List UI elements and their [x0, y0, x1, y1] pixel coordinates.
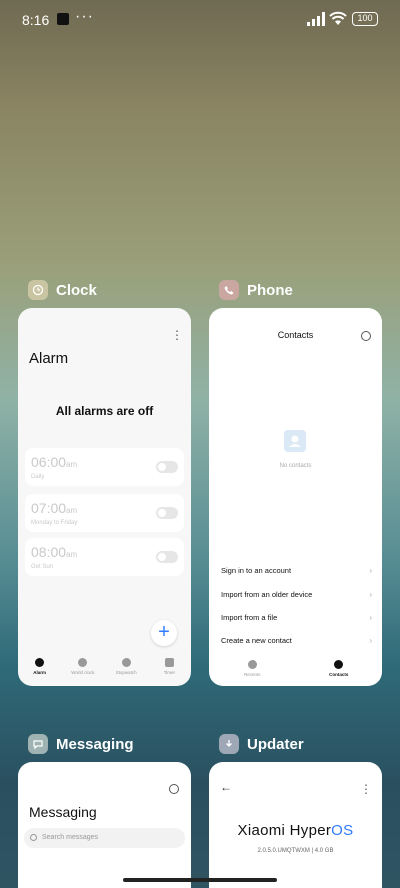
signal-icon — [307, 12, 325, 26]
clock-icon — [28, 280, 48, 300]
back-arrow-icon[interactable]: ← — [220, 780, 232, 794]
updater-app-label[interactable]: Updater — [219, 733, 304, 755]
alarm-time: 08:00am — [31, 544, 78, 560]
alarm-repeat: Monday to Friday — [31, 520, 78, 526]
alarm-repeat: Daily — [31, 474, 45, 480]
chevron-right-icon: › — [369, 590, 372, 599]
alarm-time: 07:00am — [31, 500, 78, 516]
search-icon — [30, 834, 37, 841]
alarm-icon — [35, 658, 45, 667]
world-clock-icon — [78, 658, 88, 667]
alarm-toggle[interactable] — [156, 461, 178, 473]
more-options-icon[interactable]: ⋮ — [360, 782, 372, 796]
search-placeholder: Search messages — [42, 834, 99, 841]
chevron-right-icon: › — [369, 636, 372, 645]
nav-contacts[interactable]: Contacts — [319, 660, 359, 686]
alarm-toggle[interactable] — [156, 507, 178, 519]
phone-app-name: Phone — [247, 281, 293, 299]
contact-placeholder-icon — [284, 430, 306, 452]
hyperos-title: Xiaomi HyperOS — [237, 822, 354, 839]
phone-app-label[interactable]: Phone — [219, 279, 293, 301]
status-bar: 8:16 ··· 100 — [0, 0, 400, 40]
settings-icon[interactable] — [361, 331, 371, 341]
home-indicator[interactable] — [123, 878, 277, 882]
nav-timer[interactable]: Timer — [149, 658, 189, 675]
sign-in-option[interactable]: Sign in to an account › — [221, 566, 372, 575]
import-older-device-option[interactable]: Import from an older device › — [221, 590, 372, 599]
no-contacts-message: No contacts — [279, 463, 312, 469]
battery-icon: 100 — [352, 12, 378, 26]
nav-world-clock[interactable]: World clock — [63, 658, 103, 675]
alarm-time: 06:00am — [31, 454, 78, 470]
recents-phone-icon — [247, 660, 257, 669]
nav-recents[interactable]: Recents — [232, 660, 272, 686]
alarm-row[interactable]: 08:00am Get Sun — [25, 538, 184, 576]
create-contact-option[interactable]: Create a new contact › — [221, 636, 372, 645]
phone-bottom-nav: Recents Contacts — [209, 660, 382, 686]
wifi-icon — [329, 11, 347, 25]
updater-app-card[interactable]: ← ⋮ Xiaomi HyperOS 2.0.5.0.UMQTWXM | 4.0… — [209, 762, 382, 888]
phone-app-icon — [219, 280, 239, 300]
messaging-title: Messaging — [29, 804, 97, 820]
messaging-icon — [28, 734, 48, 754]
nav-stopwatch[interactable]: Stopwatch — [106, 658, 146, 675]
add-alarm-button[interactable]: + — [151, 620, 177, 646]
more-options-icon[interactable]: ⋮ — [171, 328, 183, 342]
clock-bottom-nav: Alarm World clock Stopwatch Timer — [18, 656, 191, 686]
stopwatch-icon — [121, 658, 131, 667]
alarm-title: Alarm — [29, 350, 69, 367]
version-info: 2.0.5.0.UMQTWXM | 4.0 GB — [257, 848, 334, 854]
import-file-option[interactable]: Import from a file › — [221, 613, 372, 622]
search-messages-input[interactable]: Search messages — [24, 828, 185, 848]
updater-icon — [219, 734, 239, 754]
alarms-off-message: All alarms are off — [55, 404, 154, 418]
chevron-right-icon: › — [369, 613, 372, 622]
alarm-row[interactable]: 07:00am Monday to Friday — [25, 494, 184, 532]
nav-alarm[interactable]: Alarm — [20, 658, 60, 675]
contacts-title: Contacts — [277, 330, 314, 340]
messaging-app-name: Messaging — [56, 735, 134, 753]
updater-app-name: Updater — [247, 735, 304, 753]
contacts-person-icon — [334, 660, 344, 669]
alarm-row[interactable]: 06:00am Daily — [25, 448, 184, 486]
status-time: 8:16 — [22, 12, 50, 28]
timer-icon — [164, 658, 174, 667]
more-notifications-icon: ··· — [75, 8, 94, 25]
clock-app-label[interactable]: Clock — [28, 279, 97, 301]
clock-app-name: Clock — [56, 281, 97, 299]
messaging-app-label[interactable]: Messaging — [28, 733, 134, 755]
messaging-app-card[interactable]: Messaging Search messages — [18, 762, 191, 888]
chevron-right-icon: › — [369, 566, 372, 575]
notification-icon — [57, 13, 69, 25]
alarm-toggle[interactable] — [156, 551, 178, 563]
phone-app-card[interactable]: Contacts No contacts Sign in to an accou… — [209, 308, 382, 686]
settings-icon[interactable] — [169, 784, 179, 794]
clock-app-card[interactable]: ⋮ Alarm All alarms are off 06:00am Daily… — [18, 308, 191, 686]
alarm-repeat: Get Sun — [31, 564, 54, 570]
